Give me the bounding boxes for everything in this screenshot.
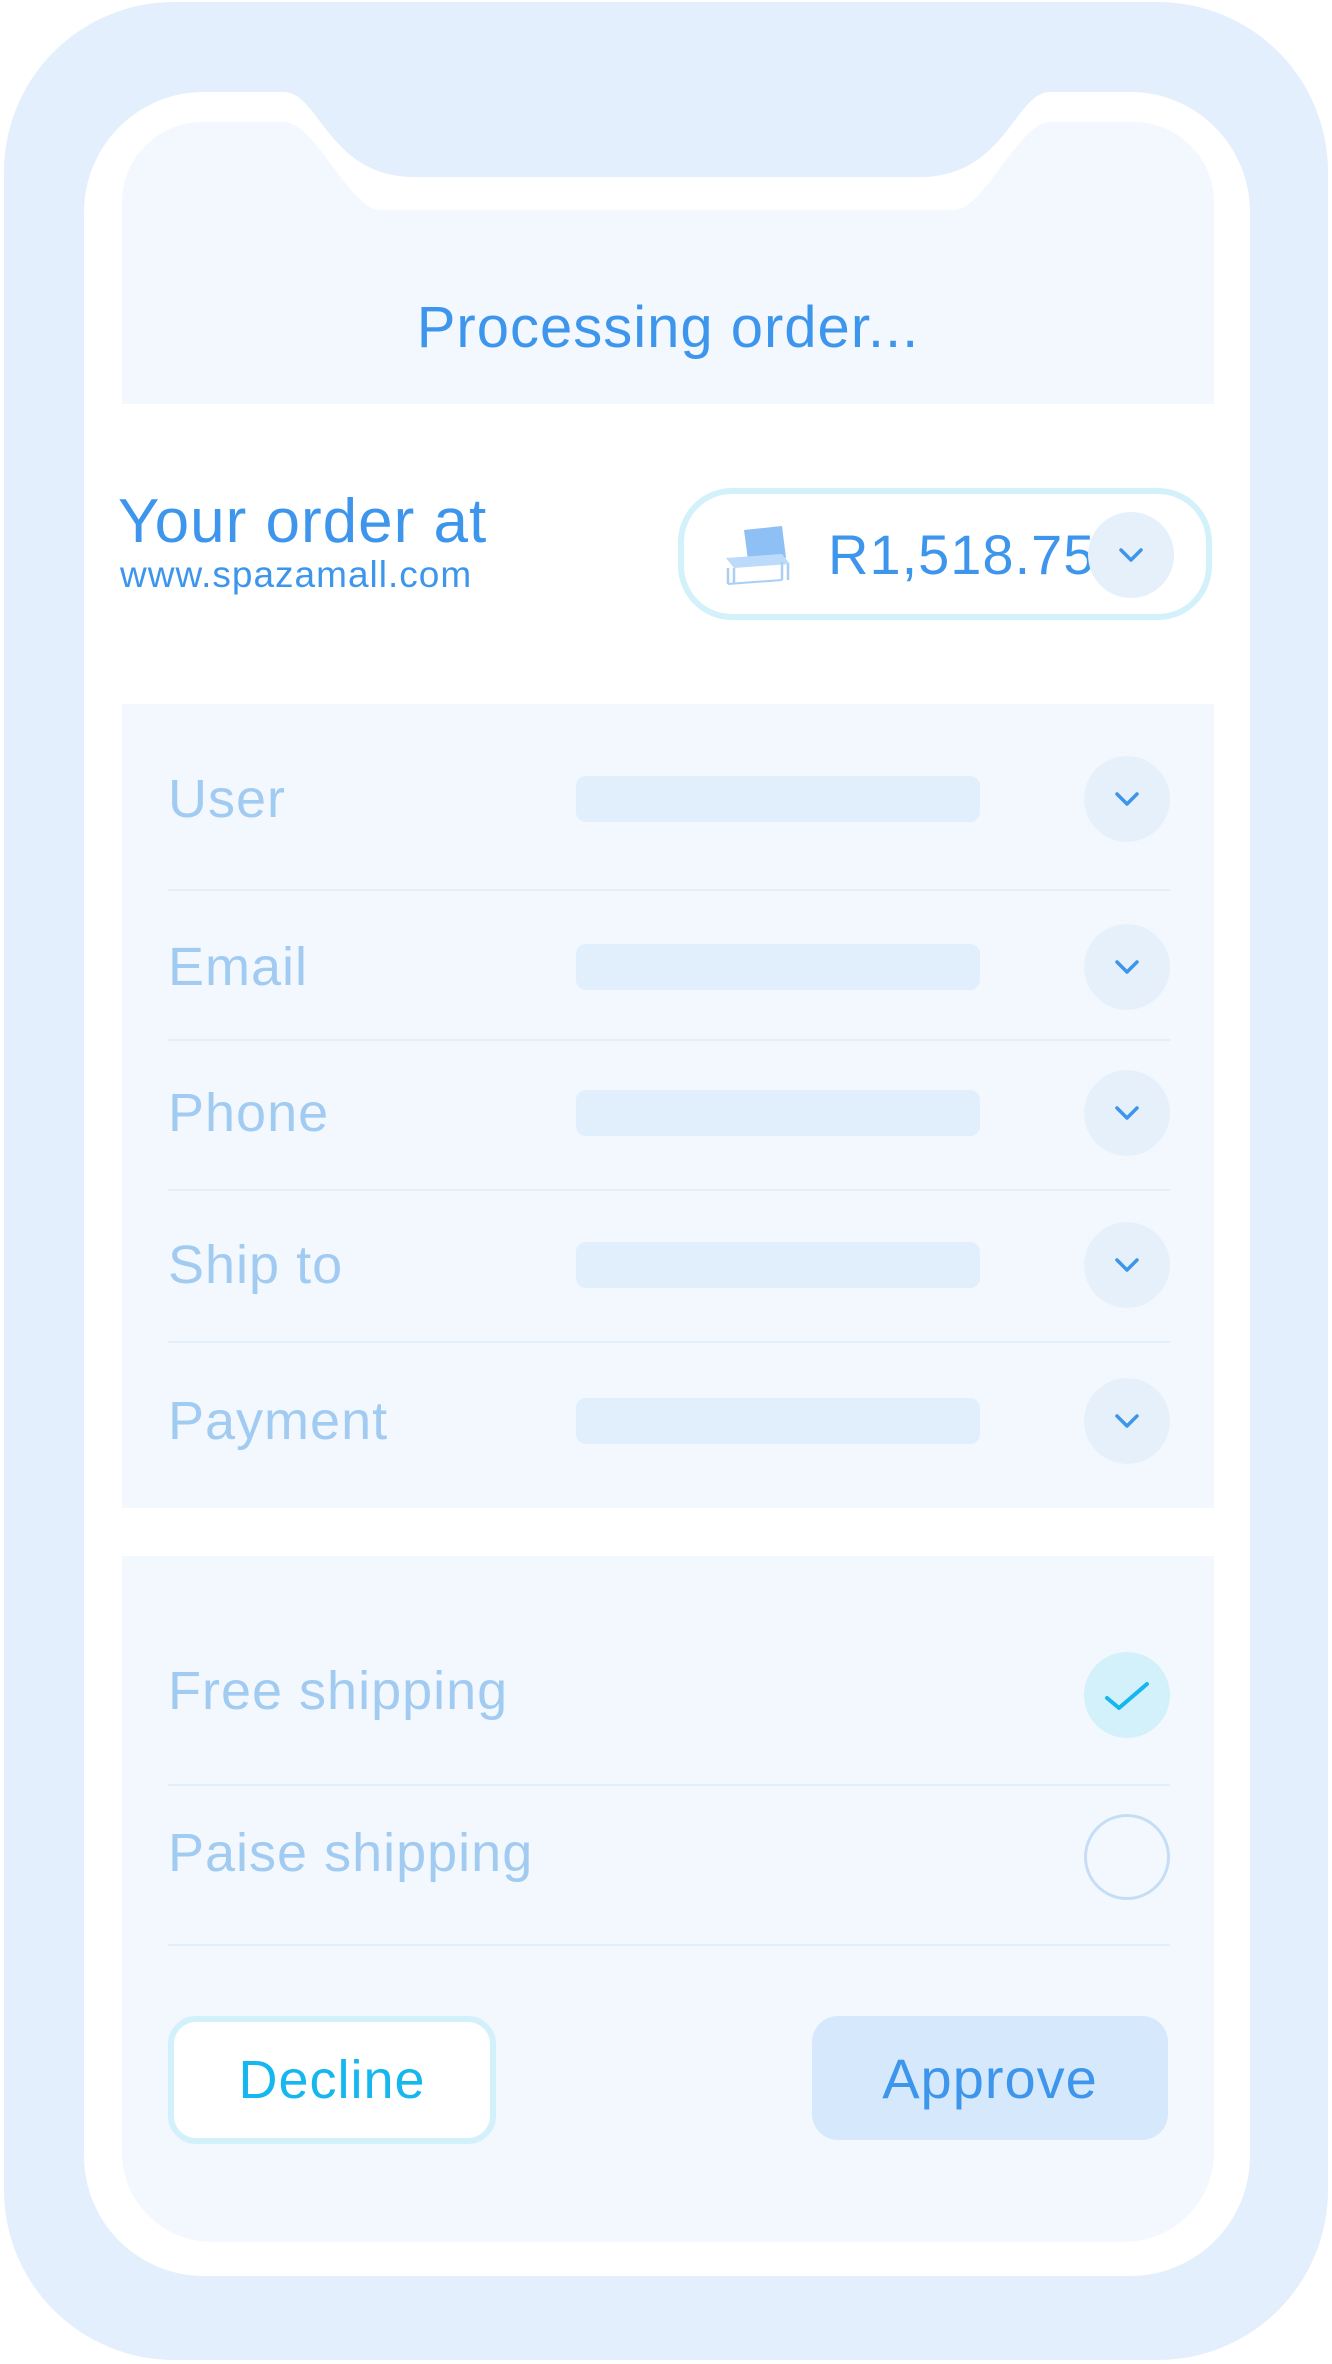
shipping-option-paise[interactable]: Paise shipping <box>168 1808 1170 1908</box>
chevron-down-icon <box>1115 792 1139 806</box>
approve-button[interactable]: Approve <box>812 2016 1168 2140</box>
payment-expand-button[interactable] <box>1084 1378 1170 1464</box>
chevron-down-icon <box>1115 1106 1139 1120</box>
phone-expand-button[interactable] <box>1084 1070 1170 1156</box>
order-heading: Your order at <box>118 487 488 556</box>
shipping-option-free[interactable]: Free shipping <box>168 1646 1170 1746</box>
notch <box>84 92 1250 210</box>
chevron-down-icon <box>1115 960 1139 974</box>
email-expand-button[interactable] <box>1084 924 1170 1010</box>
phone-frame: Processing order... Your order at www.sp… <box>4 2 1328 2360</box>
field-label-ship-to: Ship to <box>168 1235 344 1295</box>
field-row-user[interactable]: User <box>168 752 1170 852</box>
field-value-placeholder <box>576 944 980 990</box>
shipping-option-label: Paise shipping <box>168 1823 534 1883</box>
field-label-email: Email <box>168 937 309 997</box>
chevron-down-icon <box>1115 1258 1139 1272</box>
decline-button[interactable]: Decline <box>168 2016 496 2144</box>
shipping-options-panel: Free shipping Paise shipping Decline App… <box>122 1556 1214 2242</box>
field-label-user: User <box>168 769 287 829</box>
ship-to-expand-button[interactable] <box>1084 1222 1170 1308</box>
divider <box>168 1944 1170 1946</box>
user-expand-button[interactable] <box>1084 756 1170 842</box>
chevron-down-icon <box>1119 548 1143 562</box>
field-value-placeholder <box>576 1090 980 1136</box>
order-amount-selector[interactable]: R1,518.75 <box>678 488 1212 620</box>
divider <box>168 1039 1170 1041</box>
field-row-phone[interactable]: Phone <box>168 1066 1170 1166</box>
field-value-placeholder <box>576 1398 980 1444</box>
phone-screen: Processing order... Your order at www.sp… <box>84 92 1250 2276</box>
field-row-email[interactable]: Email <box>168 920 1170 1020</box>
order-details-panel: User Email Phone Ship to Payment <box>122 704 1214 1508</box>
page-title: Processing order... <box>416 295 920 360</box>
divider <box>168 889 1170 891</box>
field-value-placeholder <box>576 776 980 822</box>
chevron-down-icon <box>1115 1414 1139 1428</box>
order-site-url: www.spazamall.com <box>120 554 473 595</box>
divider <box>168 1784 1170 1786</box>
shipping-option-checked[interactable] <box>1084 1652 1170 1738</box>
field-row-ship-to[interactable]: Ship to <box>168 1218 1170 1318</box>
shipping-option-radio[interactable] <box>1084 1814 1170 1900</box>
divider <box>168 1189 1170 1191</box>
amount-expand-button[interactable] <box>1088 512 1174 598</box>
chair-icon <box>726 526 790 585</box>
field-label-phone: Phone <box>168 1083 330 1143</box>
field-value-placeholder <box>576 1242 980 1288</box>
field-label-payment: Payment <box>168 1391 389 1451</box>
field-row-payment[interactable]: Payment <box>168 1374 1170 1474</box>
divider <box>168 1341 1170 1343</box>
shipping-option-label: Free shipping <box>168 1661 509 1721</box>
order-amount: R1,518.75 <box>828 523 1096 586</box>
checkmark-icon <box>1105 1682 1149 1710</box>
